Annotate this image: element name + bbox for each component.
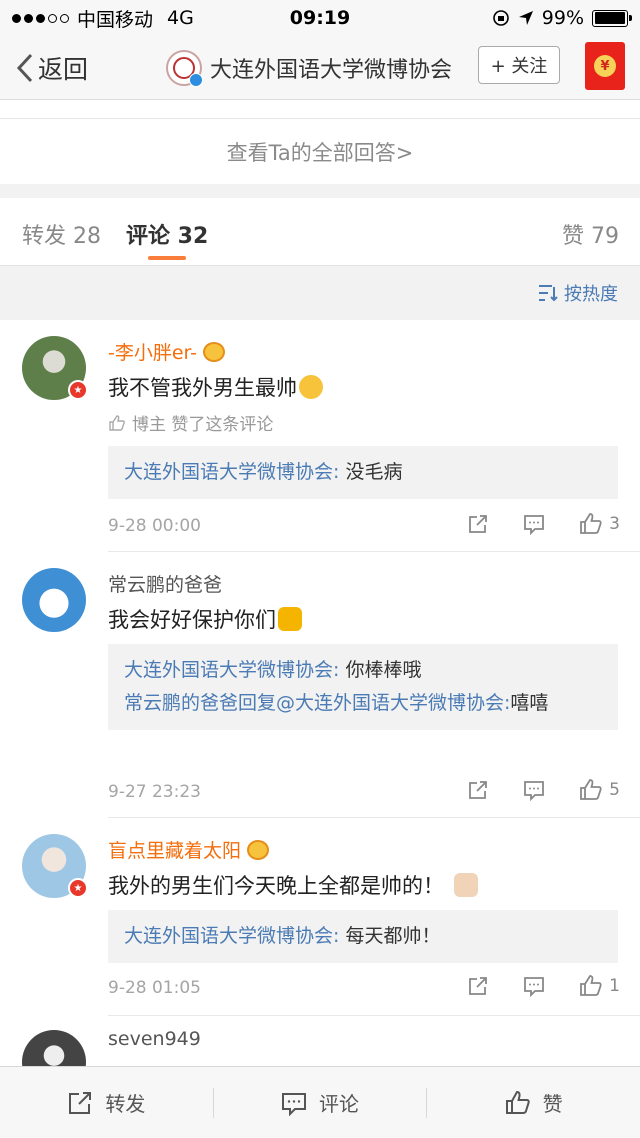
share-icon [469,977,488,995]
account-name: 大连外国语大学微博协会 [210,57,453,83]
back-label: 返回 [38,54,89,84]
comment-username[interactable]: seven949 [108,1028,201,1050]
kiss-emoji-icon [299,375,323,399]
author-liked-note: 博主 赞了这条评论 [108,410,273,435]
comment-item: 常云鹏的爸爸 我会好好保护你们 大连外国语大学微博协会: 你棒棒哦 常云鹏的爸爸… [0,552,640,818]
thumb-up-icon [505,1090,530,1114]
share-icon [469,781,488,799]
thumb-up-icon [109,414,125,431]
like-comment-button[interactable]: 5 [579,778,620,802]
verified-icon [189,72,203,87]
vip-badge-icon: ★ [68,878,88,898]
redpacket-icon[interactable]: ¥ [585,42,625,90]
active-tab-indicator [148,256,186,260]
reply-box[interactable]: 大连外国语大学微博协会: 你棒棒哦 常云鹏的爸爸回复@大连外国语大学微博协会:嘻… [108,644,618,730]
sort-icon [539,285,558,302]
signal-icon [12,13,69,23]
sort-bar: 按热度 [0,266,640,320]
nav-bar: 返回 大连外国语大学微博协会 + 关注 ¥ [0,36,640,100]
repost-comment-button[interactable] [467,779,489,801]
tab-comment[interactable]: 评论 32 [126,218,208,250]
back-button[interactable]: 返回 [0,50,160,86]
comment-time: 9-27 23:23 [108,782,201,802]
avatar[interactable] [22,568,86,632]
comment-username[interactable]: 盲点里藏着太阳 [108,836,270,863]
rotation-lock-icon [492,10,509,26]
repost-comment-button[interactable] [467,975,489,997]
tab-bar: 转发 28 评论 32 赞 79 [0,198,640,266]
repost-button[interactable]: 转发 [0,1088,213,1117]
nav-title[interactable]: 大连外国语大学微博协会 [166,49,453,87]
tab-repost[interactable]: 转发 28 [22,218,101,250]
status-bar: 中国移动 4G 09:19 99% [0,0,640,36]
comment-time: 9-28 00:00 [108,516,201,536]
thumb-up-icon [580,975,602,996]
network-label: 4G [167,7,194,29]
comment-text: 我外的男生们今天晚上全都是帅的！ [108,870,478,900]
redpacket-coin: ¥ [594,55,616,77]
comment-time: 9-28 01:05 [108,978,201,998]
flex-arm-emoji-icon [278,607,302,631]
comment-button[interactable]: 评论 [214,1088,427,1117]
reply-line: 大连外国语大学微博协会: 没毛病 [124,461,403,483]
comment-text: 我会好好保护你们 [108,604,302,634]
comment-icon [524,977,545,997]
reply-comment-button[interactable] [523,975,545,997]
clock: 09:19 [289,7,351,29]
share-icon [469,515,488,533]
carrier-label: 中国移动 [77,8,154,31]
like-comment-button[interactable]: 3 [579,512,620,536]
comment-label: 评论 [319,1092,359,1116]
like-label: 赞 [542,1092,563,1116]
reply-line: 大连外国语大学微博协会: 每天都帅！ [124,925,441,947]
comment-username[interactable]: 常云鹏的爸爸 [108,570,222,597]
reply-comment-button[interactable] [523,779,545,801]
reply-box[interactable]: 大连外国语大学微博协会: 没毛病 [108,446,618,499]
comment-text: 我不管我外男生最帅 [108,372,323,402]
comment-item: ★ 盲点里藏着太阳 我外的男生们今天晚上全都是帅的！ 大连外国语大学微博协会: … [0,818,640,1016]
sort-hot-button[interactable]: 按热度 [564,280,618,306]
thumb-up-icon [580,779,602,800]
bottom-toolbar: 转发 评论 赞 [0,1066,640,1138]
share-icon [69,1091,92,1114]
reply-line: 常云鹏的爸爸回复@大连外国语大学微博协会:嘻嘻 [124,692,549,714]
comment-list: ★ -李小胖er- 我不管我外男生最帅 博主 赞了这条评论 大连外国语大学微博协… [0,320,640,1066]
comment-actions: 3 [433,512,620,536]
like-comment-button[interactable]: 1 [579,974,620,998]
reply-box[interactable]: 大连外国语大学微博协会: 每天都帅！ [108,910,618,963]
chevron-left-icon [16,53,33,82]
reply-comment-button[interactable] [523,513,545,535]
content-peek [0,100,640,118]
tab-like[interactable]: 赞 79 [562,218,619,250]
flex-arm-emoji-icon [454,873,478,897]
comment-icon [524,781,545,801]
battery-icon [592,9,632,27]
crown-icon [247,840,270,860]
comment-username[interactable]: -李小胖er- [108,338,225,365]
crown-icon [203,342,225,362]
comment-item: seven949 [0,1016,640,1066]
view-all-answers-link[interactable]: 查看Ta的全部回答> [0,118,640,184]
comment-icon [282,1092,306,1116]
comment-icon [524,515,545,535]
repost-comment-button[interactable] [467,513,489,535]
vip-badge-icon: ★ [68,380,88,400]
repost-label: 转发 [105,1092,146,1116]
account-avatar [166,49,203,87]
reply-line: 大连外国语大学微博协会: 你棒棒哦 [124,659,422,681]
avatar[interactable] [22,1030,86,1066]
location-icon [518,11,533,25]
comment-actions: 1 [433,974,620,998]
battery-percent: 99% [541,7,584,29]
follow-button[interactable]: + 关注 [478,46,560,84]
like-button[interactable]: 赞 [427,1088,640,1117]
comment-actions: 5 [433,778,620,802]
thumb-up-icon [580,513,602,534]
comment-item: ★ -李小胖er- 我不管我外男生最帅 博主 赞了这条评论 大连外国语大学微博协… [0,320,640,552]
